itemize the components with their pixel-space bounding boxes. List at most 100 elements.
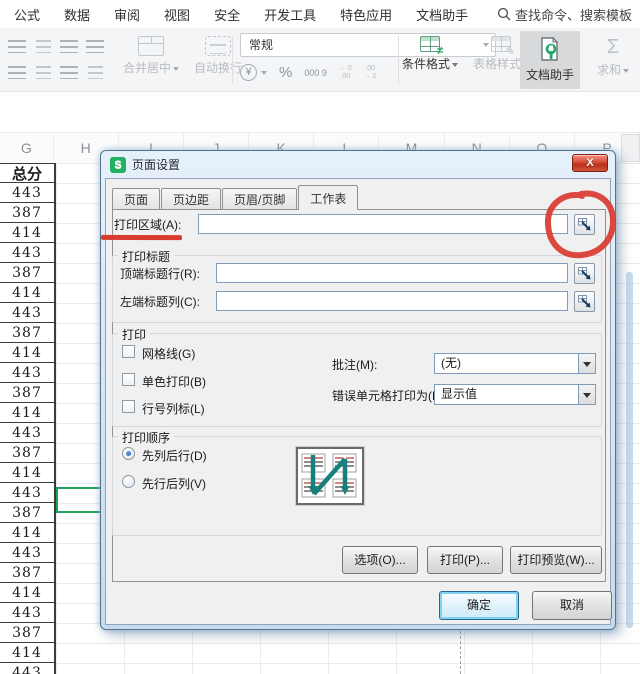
chevron-down-icon[interactable]	[578, 354, 595, 373]
comma-style-icon[interactable]: 000 9	[304, 68, 327, 77]
decrease-decimal-icon[interactable]: .00 →.0	[364, 65, 377, 81]
tab-page[interactable]: 页面	[112, 188, 161, 209]
g-column-cell[interactable]: 387	[0, 263, 54, 283]
align-center-icon[interactable]	[35, 66, 51, 79]
down-then-over-label: 先列后行(D)	[142, 449, 207, 463]
chevron-down-icon[interactable]	[578, 385, 595, 404]
print-titles-legend: 打印标题	[118, 248, 175, 265]
g-column-cell[interactable]: 414	[0, 283, 54, 303]
align-left-icon[interactable]	[8, 66, 26, 79]
g-column-cell[interactable]: 387	[0, 203, 54, 223]
wrap-text-button[interactable]: 自动换行	[190, 36, 246, 76]
g-column-cell[interactable]: 443	[0, 363, 54, 383]
g-column-cell[interactable]: 387	[0, 383, 54, 403]
wps-logo-icon: S	[110, 156, 126, 173]
menu-item[interactable]: 文档助手	[416, 5, 468, 24]
text-orientation-icon[interactable]	[87, 66, 103, 79]
g-column-cell[interactable]: 443	[0, 603, 54, 623]
currency-icon[interactable]: ¥	[240, 64, 257, 81]
ok-button[interactable]: 确定	[439, 591, 519, 620]
formula-bar-area[interactable]	[0, 92, 640, 133]
increase-decimal-icon[interactable]: ←.0 .00	[339, 65, 352, 81]
g-column-cell[interactable]: 414	[0, 223, 54, 243]
tab-margins[interactable]: 页边距	[161, 188, 222, 209]
g-column-cell[interactable]: 443	[0, 663, 54, 674]
menu-item[interactable]: 视图	[164, 5, 190, 24]
conditional-format-button[interactable]: ≠ 条件格式	[398, 36, 462, 72]
vertical-scrollbar-thumb[interactable]	[626, 272, 633, 628]
menu-item[interactable]: 安全	[214, 5, 240, 24]
align-justify-icon[interactable]	[60, 66, 78, 79]
column-header-g[interactable]: G	[0, 133, 54, 163]
merge-center-button[interactable]: 合并居中	[116, 36, 186, 76]
g-column-cell[interactable]: 387	[0, 443, 54, 463]
g-column-cell[interactable]: 414	[0, 343, 54, 363]
row-col-headings-label: 行号列标(L)	[142, 402, 205, 416]
print-area-input[interactable]	[198, 214, 568, 234]
menu-item[interactable]: 公式	[14, 5, 40, 24]
selected-cell[interactable]	[56, 487, 104, 513]
menu-item[interactable]: 特色应用	[340, 5, 392, 24]
close-button[interactable]: X	[572, 154, 608, 172]
alignment-icons[interactable]	[4, 34, 108, 86]
g-column-cell[interactable]: 387	[0, 623, 54, 643]
menu-item[interactable]: 开发工具	[264, 5, 316, 24]
g-column-cell[interactable]: 443	[0, 543, 54, 563]
left-title-col-label: 左端标题列(C):	[120, 295, 200, 309]
cell-errors-label: 错误单元格打印为(E):	[332, 389, 448, 403]
table-style-icon: ✎	[491, 36, 515, 58]
g-column-cell[interactable]: 443	[0, 243, 54, 263]
cancel-button[interactable]: 取消	[532, 591, 612, 620]
print-button[interactable]: 打印(P)...	[427, 546, 503, 574]
row-col-headings-checkbox[interactable]	[122, 400, 135, 413]
indent-decrease-icon[interactable]	[60, 40, 78, 53]
range-selector-icon	[578, 267, 591, 280]
align-middle-icon[interactable]	[35, 40, 51, 53]
menu-item[interactable]: 数据	[64, 5, 90, 24]
align-top-icon[interactable]	[8, 40, 26, 53]
percent-style-icon[interactable]: %	[279, 64, 292, 81]
top-title-range-selector-button[interactable]	[574, 263, 595, 284]
g-column-cell[interactable]: 443	[0, 183, 54, 203]
options-button[interactable]: 选项(O)...	[342, 546, 418, 574]
tab-worksheet[interactable]: 工作表	[298, 185, 359, 210]
comments-select[interactable]: (无)	[434, 353, 596, 374]
g-column-cell[interactable]: 443	[0, 423, 54, 443]
print-preview-button[interactable]: 打印预览(W)...	[510, 546, 602, 574]
g-column-cell[interactable]: 414	[0, 583, 54, 603]
left-title-col-input[interactable]	[216, 291, 568, 311]
g-column-cell[interactable]: 387	[0, 323, 54, 343]
toolbar-divider	[232, 36, 233, 84]
doc-assistant-button[interactable]: 文档助手	[520, 31, 580, 89]
over-then-down-radio[interactable]	[122, 475, 135, 488]
g-column-cell[interactable]: 387	[0, 563, 54, 583]
menu-item[interactable]: 审阅	[114, 5, 140, 24]
g-column: 总分 443 387 414 443 387 414 443 387 414 443 387 414 4…	[0, 163, 56, 674]
g-column-cell[interactable]: 443	[0, 303, 54, 323]
gridlines-checkbox[interactable]	[122, 345, 135, 358]
cell-errors-select[interactable]: 显示值	[434, 384, 596, 405]
g-column-cell[interactable]: 414	[0, 523, 54, 543]
range-selector-icon	[578, 295, 591, 308]
print-area-range-selector-button[interactable]	[574, 214, 595, 235]
over-then-down-label: 先行后列(V)	[142, 477, 206, 491]
g-column-cell[interactable]: 414	[0, 403, 54, 423]
top-title-row-input[interactable]	[216, 263, 568, 283]
g-column-cell[interactable]: 443	[0, 483, 54, 503]
g-column-header-cell[interactable]: 总分	[0, 163, 54, 183]
tab-header-footer[interactable]: 页眉/页脚	[222, 188, 298, 209]
vertical-scrollbar-top[interactable]	[621, 134, 640, 162]
conditional-format-icon: ≠	[420, 36, 443, 57]
menu-bar: 公式 数据 审阅 视图 安全 开发工具 特色应用 文档助手 查找命令、搜索模板	[0, 0, 640, 28]
monochrome-checkbox[interactable]	[122, 373, 135, 386]
g-column-cell[interactable]: 387	[0, 503, 54, 523]
g-column-cell[interactable]: 414	[0, 643, 54, 663]
chevron-down-icon	[173, 66, 179, 71]
left-title-range-selector-button[interactable]	[574, 291, 595, 312]
search-command[interactable]: 查找命令、搜索模板	[497, 5, 632, 24]
indent-increase-icon[interactable]	[86, 40, 104, 53]
sum-button[interactable]: Σ 求和	[590, 36, 636, 78]
g-column-cell[interactable]: 414	[0, 463, 54, 483]
comments-label: 批注(M):	[332, 358, 378, 372]
down-then-over-radio[interactable]	[122, 447, 135, 460]
